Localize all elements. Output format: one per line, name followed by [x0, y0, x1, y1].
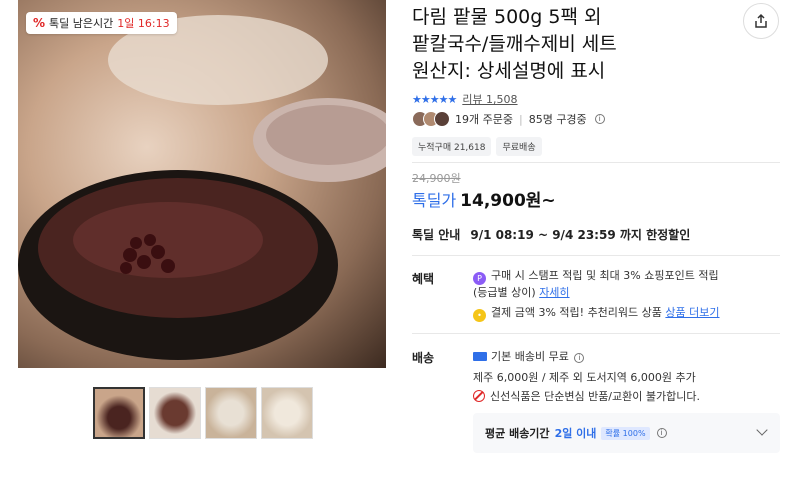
title-line: 원산지: 상세설명에 표시 [412, 60, 606, 82]
thumbnail-4[interactable] [261, 387, 313, 439]
product-main-image [18, 0, 386, 368]
probability-badge: 확률 100% [601, 426, 650, 440]
benefit-point: P 구매 시 스탬프 적립 및 최대 3% 쇼핑포인트 적립 (등급별 상이) 자… [473, 268, 773, 301]
deal-price: 14,900원~ [460, 191, 556, 211]
deal-info-label: 톡딜 안내 [412, 228, 461, 242]
avatar [434, 111, 450, 127]
viewers-count: 85명 구경중 [528, 113, 587, 126]
delivery-label: 평균 배송기간 [485, 427, 550, 440]
deal-info: 톡딜 안내 9/1 08:19 ~ 9/4 23:59 까지 한정할인 [412, 226, 690, 243]
no-return-text: 신선식품은 단순변심 반품/교환이 불가합니다. [490, 390, 700, 403]
tag-free-shipping: 무료배송 [496, 137, 542, 156]
thumbnail-1[interactable] [93, 387, 145, 439]
details-link[interactable]: 자세히 [539, 286, 569, 299]
product-title: 다림 팥물 500g 5팩 외 팥칼국수/들깨수제비 세트 원산지: 상세설명에… [412, 4, 712, 85]
timer-value: 1일 16:13 [117, 17, 170, 30]
separator: | [518, 112, 523, 126]
tag-list: 누적구매 21,618 무료배송 [412, 137, 542, 156]
avatar-group [412, 111, 450, 127]
timer-label: 톡딜 남은시간 [49, 17, 114, 30]
deal-price-label: 톡딜가 [412, 191, 457, 210]
thumbnail-3[interactable] [205, 387, 257, 439]
shipping-label: 배송 [412, 351, 435, 365]
share-icon [755, 13, 767, 28]
shipping-extra: 제주 6,000원 / 제주 외 도서지역 6,000원 추가 [473, 371, 696, 384]
rating-row: ★★★★★ 리뷰 1,508 [412, 91, 518, 107]
title-line: 다림 팥물 500g 5팩 외 [412, 6, 602, 28]
thumbnail-2[interactable] [149, 387, 201, 439]
star-rating: ★★★★★ [412, 92, 457, 106]
discount-icon: % [33, 16, 46, 30]
deal-period: 9/1 08:19 ~ 9/4 23:59 까지 한정할인 [470, 228, 691, 242]
divider [412, 162, 780, 163]
original-price: 24,900원 [412, 172, 461, 185]
coin-icon: • [473, 309, 486, 322]
chevron-down-icon[interactable] [756, 424, 768, 436]
info-icon[interactable]: i [574, 353, 585, 363]
benefit-text: 구매 시 스탬프 적립 및 최대 3% 쇼핑포인트 적립 [491, 269, 719, 282]
product-photo [18, 15, 386, 360]
benefit-reward: • 결제 금액 3% 적립! 추천리워드 상품 상품 더보기 [473, 305, 773, 322]
info-icon[interactable]: i [594, 114, 605, 124]
truck-icon [473, 352, 487, 361]
share-button[interactable] [743, 3, 779, 39]
benefit-label: 혜택 [412, 272, 435, 286]
more-products-link[interactable]: 상품 더보기 [665, 306, 719, 319]
shipping-basic: 기본 배송비 무료 i [473, 348, 585, 364]
no-return-icon [473, 390, 485, 402]
reward-text: 결제 금액 3% 적립! 추천리워드 상품 [491, 306, 662, 319]
thumbnail-list [93, 387, 313, 439]
delivery-value: 2일 이내 [554, 427, 597, 440]
divider [412, 333, 780, 334]
review-link[interactable]: 리뷰 1,508 [462, 91, 517, 107]
shipping-basic-text: 기본 배송비 무료 [491, 350, 569, 363]
delivery-estimate[interactable]: 평균 배송기간 2일 이내 확률 100% i [473, 413, 780, 453]
info-icon[interactable]: i [656, 428, 667, 438]
no-return-notice: 신선식품은 단순변심 반품/교환이 불가합니다. [473, 388, 700, 404]
buyer-activity: 19개 주문중 | 85명 구경중 i [412, 111, 605, 127]
point-icon: P [473, 272, 486, 285]
benefit-note: (등급별 상이) [473, 286, 536, 299]
price-row: 톡딜가 14,900원~ [412, 186, 556, 211]
orders-count: 19개 주문중 [455, 113, 513, 126]
deal-timer-badge: % 톡딜 남은시간 1일 16:13 [26, 12, 177, 34]
divider [412, 255, 780, 256]
tag-cumulative: 누적구매 21,618 [412, 137, 492, 156]
title-line: 팥칼국수/들깨수제비 세트 [412, 33, 617, 55]
